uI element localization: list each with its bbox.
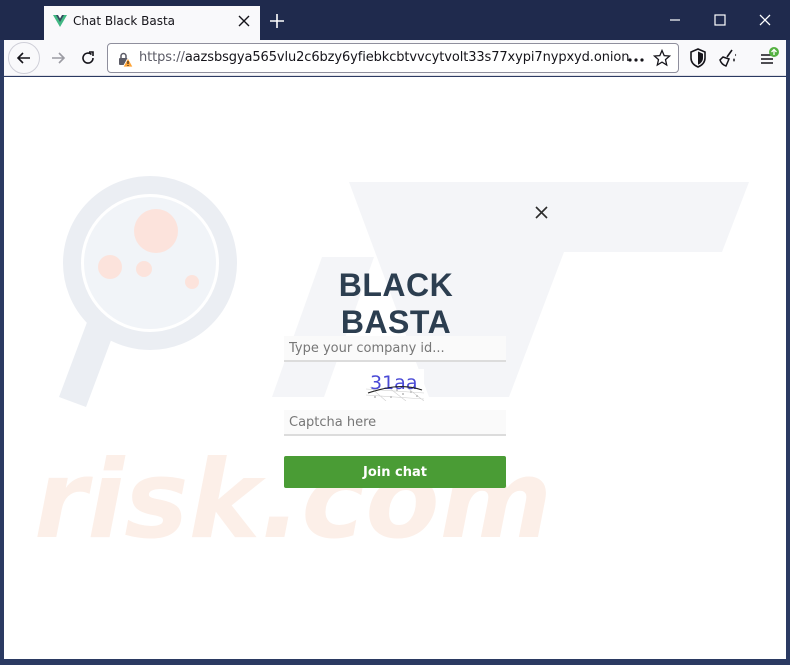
close-window-icon (759, 14, 771, 26)
reload-button[interactable] (72, 42, 104, 74)
minimize-button[interactable] (652, 6, 698, 34)
pcrisk-watermark: risk.com (34, 176, 749, 563)
back-arrow-icon (16, 52, 30, 64)
close-icon (534, 205, 548, 219)
tab-title: Chat Black Basta (73, 14, 176, 28)
broom-icon[interactable] (717, 47, 739, 69)
close-icon (238, 15, 250, 27)
tab-close-button[interactable] (234, 11, 254, 31)
close-window-button[interactable] (742, 6, 788, 34)
forward-button[interactable] (42, 42, 74, 74)
modal-close-button[interactable] (532, 203, 550, 221)
brand-title: BLACK BASTA (338, 267, 454, 340)
browser-window: Chat Black Basta https://aazsbsgya565vlu… (0, 0, 790, 665)
url-bar[interactable]: https://aazsbsgya565vlu2c6bzy6yfiebkcbtv… (107, 43, 679, 73)
url-host: aazsbsgya565vlu2c6bzy6yfiebkcbtvvcytvolt… (184, 50, 630, 65)
reload-icon (82, 51, 94, 64)
navigation-bar: https://aazsbsgya565vlu2c6bzy6yfiebkcbtv… (4, 40, 786, 76)
more-icon (628, 58, 644, 62)
star-icon[interactable] (653, 49, 671, 67)
back-button[interactable] (8, 42, 40, 74)
page-actions-button[interactable] (627, 48, 645, 67)
captcha-image: 31aa (366, 369, 424, 401)
minimize-icon (670, 19, 680, 21)
url-scheme: https:// (139, 50, 185, 65)
vue-favicon-icon (53, 15, 67, 27)
captcha-input[interactable] (284, 410, 506, 436)
window-bottom-border (0, 659, 790, 665)
join-chat-button[interactable]: Join chat (284, 456, 506, 488)
title-bar: Chat Black Basta (0, 0, 790, 40)
maximize-icon (714, 14, 726, 26)
maximize-button[interactable] (697, 6, 743, 34)
page-content: risk.com BLACK BASTA 31aa Join chat (4, 77, 786, 659)
warning-lock-icon (119, 52, 134, 68)
hamburger-menu-icon[interactable] (758, 47, 780, 69)
browser-tab[interactable]: Chat Black Basta (44, 6, 260, 40)
forward-arrow-icon (52, 52, 66, 64)
url-text[interactable]: https://aazsbsgya565vlu2c6bzy6yfiebkcbtv… (139, 50, 629, 65)
shield-icon[interactable] (687, 47, 709, 69)
company-id-input[interactable] (284, 336, 506, 362)
new-tab-button[interactable] (266, 10, 288, 32)
plus-icon (270, 14, 284, 28)
